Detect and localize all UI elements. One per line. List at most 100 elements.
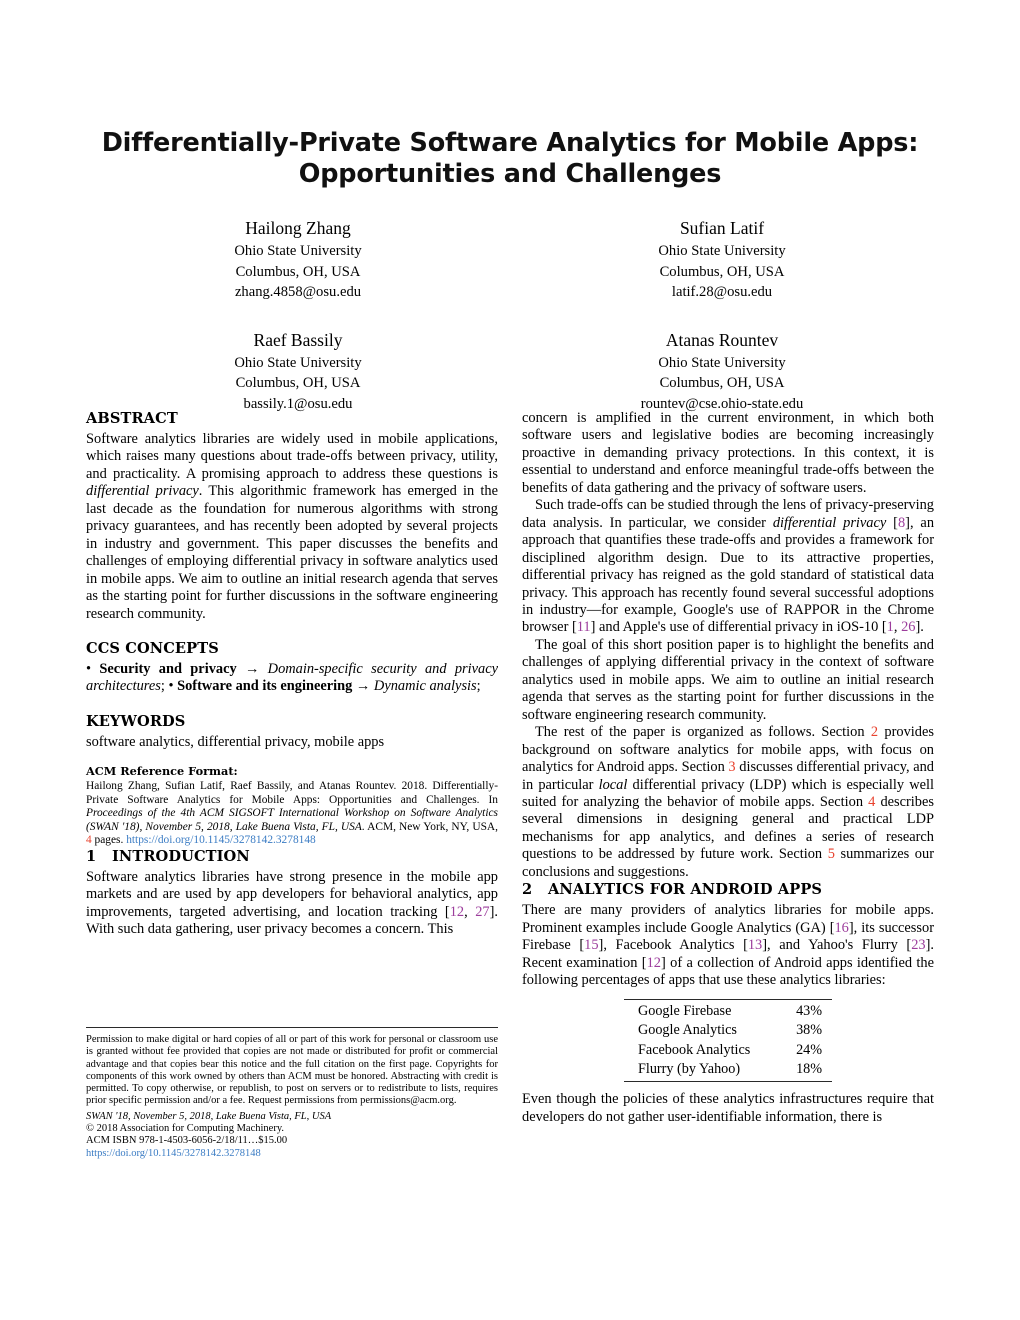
table-cell-library: Google Firebase (624, 998, 781, 1021)
reference-part-2: . ACM, New York, NY, USA, (361, 820, 498, 833)
table-cell-library: Flurry (by Yahoo) (624, 1060, 781, 1083)
right-paragraph-1: concern is amplified in the current envi… (522, 410, 934, 496)
citation-26[interactable]: 26 (901, 619, 915, 635)
citation-27[interactable]: 27 (475, 904, 489, 920)
footnote-isbn: ACM ISBN 978-1-4503-6056-2/18/11…$15.00 (86, 1135, 288, 1147)
para2-part-e: ]. (915, 619, 924, 636)
right-paragraph-3: The goal of this short position paper is… (522, 636, 934, 723)
keywords-heading: KEYWORDS (86, 712, 186, 730)
table-row: Flurry (by Yahoo) 18% (624, 1060, 832, 1083)
reference-doi-link[interactable]: https://doi.org/10.1145/3278142.3278148 (126, 834, 316, 846)
introduction-heading: 1 INTRODUCTION (86, 848, 498, 865)
section2-title: ANALYTICS FOR ANDROID APPS (548, 881, 823, 899)
table-cell-percentage: 38% (796, 1022, 823, 1039)
ccs-arrow-2: → (352, 678, 374, 695)
permission-statement: Permission to make digital or hard copie… (86, 1034, 498, 1107)
reference-format-heading: ACM Reference Format: (86, 764, 238, 779)
author-email: latif.28@osu.edu (671, 284, 773, 300)
author-affiliation: Ohio State University (658, 243, 786, 259)
table-row: Facebook Analytics 24% (624, 1040, 832, 1060)
citation-11[interactable]: 11 (577, 619, 591, 635)
author-affiliation: Ohio State University (234, 243, 362, 259)
left-column: ABSTRACT Software analytics libraries ar… (86, 410, 498, 939)
table-row: Google Firebase 43% (624, 998, 832, 1021)
citation-12-sec2[interactable]: 12 (647, 955, 661, 971)
abstract-part-2: . This algorithmic framework has emerged… (86, 483, 498, 622)
ccs-end: ; (476, 678, 481, 695)
citation-12[interactable]: 12 (450, 904, 464, 920)
section2-number: 2 (522, 881, 533, 899)
paper-page: Differentially-Private Software Analytic… (0, 0, 1020, 1320)
table-cell-library: Facebook Analytics (638, 1041, 751, 1058)
introduction-text: Software analytics libraries have strong… (86, 869, 498, 939)
para4-emphasis: local (598, 776, 628, 793)
author-latif: Sufian Latif Ohio State University Colum… (510, 216, 934, 303)
reference-part-1: Hailong Zhang, Sufian Latif, Raef Bassil… (86, 779, 498, 806)
author-block: Hailong Zhang Ohio State University Colu… (86, 216, 934, 414)
author-affiliation: Ohio State University (234, 354, 362, 371)
ccs-separator: ; • (160, 678, 178, 695)
citation-23[interactable]: 23 (911, 937, 925, 953)
section2-heading: 2 ANALYTICS FOR ANDROID APPS (522, 881, 934, 898)
citation-16[interactable]: 16 (834, 920, 848, 936)
table-cell-percentage: 18% (780, 1060, 832, 1083)
abstract-emphasis: differential privacy (86, 483, 199, 500)
abstract-part-1: Software analytics libraries are widely … (86, 431, 498, 482)
ccs-heading: CCS CONCEPTS (86, 639, 219, 657)
right-paragraph-4: The rest of the paper is organized as fo… (522, 724, 934, 881)
author-email: zhang.4858@osu.edu (234, 284, 362, 300)
abstract-text: Software analytics libraries are widely … (86, 431, 498, 623)
citation-15[interactable]: 15 (584, 937, 598, 953)
author-name: Sufian Latif (679, 218, 765, 238)
author-row: Hailong Zhang Ohio State University Colu… (86, 216, 934, 303)
author-name: Raef Bassily (253, 329, 343, 350)
author-location: Columbus, OH, USA (659, 263, 785, 280)
table-cell-percentage: 43% (780, 998, 832, 1021)
author-name: Hailong Zhang (245, 218, 351, 238)
author-row: Raef Bassily Ohio State University Colum… (86, 328, 934, 415)
intro-part-1: Software analytics libraries have strong… (86, 868, 498, 920)
title-line-1: Differentially-Private Software Analytic… (101, 128, 919, 158)
ccs-desc-2: Dynamic analysis (373, 678, 477, 695)
citation-13[interactable]: 13 (748, 937, 762, 953)
right-column: concern is amplified in the current envi… (522, 410, 934, 1126)
ccs-arrow-1: → (236, 660, 268, 677)
table-row: Google Analytics 38% (624, 1021, 832, 1041)
section-ref-5[interactable]: 5 (828, 846, 835, 862)
copyright-footnote: Permission to make digital or hard copie… (86, 1027, 498, 1160)
author-location: Columbus, OH, USA (659, 375, 785, 391)
footnote-doi-link[interactable]: https://doi.org/10.1145/3278142.3278148 (86, 1148, 498, 1160)
table-cell-library: Google Analytics (638, 1022, 737, 1039)
footnote-copyright: © 2018 Association for Computing Machine… (86, 1123, 285, 1135)
author-zhang: Hailong Zhang Ohio State University Colu… (86, 216, 510, 303)
ccs-text: • Security and privacy → Domain-specific… (86, 661, 498, 696)
reference-part-3: pages. (91, 834, 127, 847)
introduction-number: 1 (86, 847, 97, 865)
acm-reference-format: ACM Reference Format: Hailong Zhang, Suf… (86, 765, 498, 848)
title-block: Differentially-Private Software Analytic… (86, 128, 934, 190)
right-paragraph-2: Such trade-offs can be studied through t… (522, 497, 934, 637)
author-rountev: Atanas Rountev Ohio State University Col… (510, 328, 934, 415)
ccs-bullet: • (86, 660, 100, 677)
ccs-term-1: Security and privacy (99, 660, 237, 677)
page-title: Differentially-Private Software Analytic… (86, 128, 934, 190)
section-ref-3[interactable]: 3 (728, 759, 735, 775)
citation-1[interactable]: 1 (887, 619, 894, 635)
ccs-term-2: Software and its engineering (177, 678, 353, 695)
section2-closing-text: Even though the policies of these analyt… (522, 1091, 934, 1125)
para4-part-a: The rest of the paper is organized as fo… (535, 724, 871, 741)
para2-citation-separator: , (893, 619, 902, 636)
abstract-heading: ABSTRACT (86, 410, 178, 427)
keywords-text: software analytics, differential privacy… (86, 733, 385, 750)
author-location: Columbus, OH, USA (235, 263, 361, 280)
citation-separator: , (464, 903, 476, 920)
author-location: Columbus, OH, USA (235, 375, 361, 391)
sec2-part-c: ], Facebook Analytics [ (598, 937, 748, 954)
table-cell-percentage: 24% (796, 1041, 823, 1058)
author-affiliation: Ohio State University (658, 354, 786, 371)
para2-part-c: ], an approach that quantifies these tra… (522, 514, 935, 636)
analytics-usage-table: Google Firebase 43% Google Analytics 38%… (624, 998, 832, 1083)
introduction-title: INTRODUCTION (112, 847, 250, 865)
para2-part-b: [ (886, 514, 898, 531)
sec2-part-d: ], and Yahoo's Flurry [ (762, 937, 912, 954)
